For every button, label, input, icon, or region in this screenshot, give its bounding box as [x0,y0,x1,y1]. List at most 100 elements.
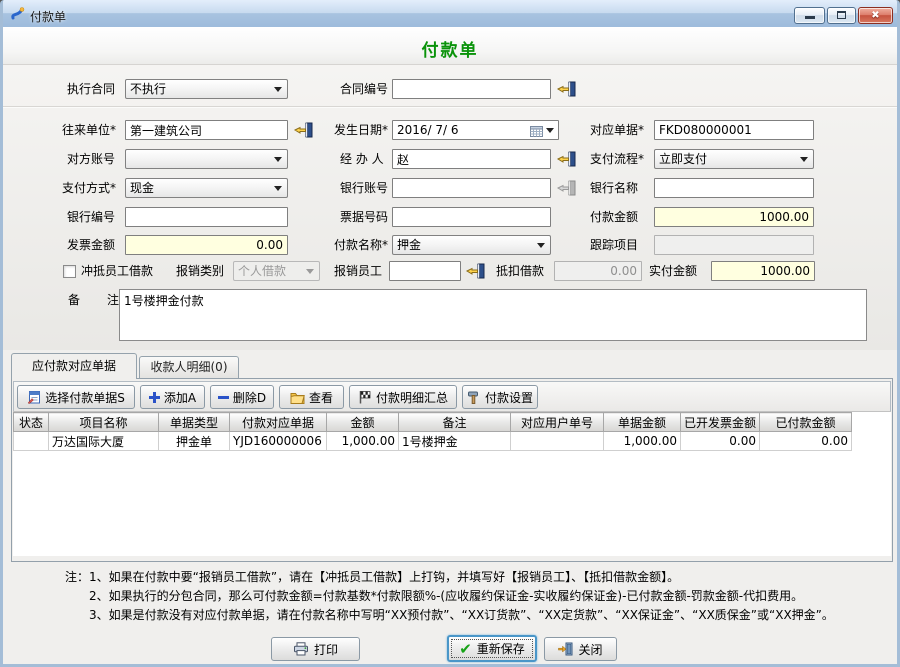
bank-no-input[interactable] [125,207,288,227]
date-picker[interactable]: 2016/ 7/ 6 [392,120,559,140]
offset-employee-loan-checkbox[interactable] [63,265,76,278]
col-header: 已开发票金额 [681,413,760,432]
page-title: 付款单 [3,36,897,61]
pay-method-combobox[interactable]: 现金 [125,178,288,198]
vendor-input[interactable] [125,120,288,140]
chevron-down-icon [274,87,282,92]
calendar-icon[interactable] [530,124,543,142]
track-item-input [654,235,814,255]
delete-button[interactable]: 删除D [210,385,274,409]
date-label: 发生日期* [334,123,388,138]
date-value: 2016/ 7/ 6 [397,123,459,137]
select-payment-doc-button[interactable]: 选择付款单据S [17,385,135,409]
minus-icon [218,396,229,399]
button-label: 查看 [309,389,333,406]
button-label: 关闭 [578,641,602,658]
close-button[interactable]: ✖ [858,7,893,24]
expense-employee-lookup-icon[interactable] [466,263,485,279]
titlebar: 付款单 ✖ [0,0,900,30]
actual-amount-label: 实付金额 [649,264,697,279]
counter-account-combobox[interactable] [125,149,288,169]
handler-label: 经 办 人 [340,152,384,167]
table-row[interactable]: 万达国际大厦 押金单 YJD160000006 1,000.00 1号楼押金 1… [14,432,852,451]
expense-employee-label: 报销员工 [334,264,382,279]
col-header: 付款对应单据 [230,413,327,432]
bank-account-label: 银行账号 [340,181,388,196]
add-button[interactable]: 添加A [140,385,205,409]
expense-employee-input[interactable] [389,261,461,281]
vendor-lookup-icon[interactable] [294,122,313,138]
cell-project[interactable]: 万达国际大厦 [49,432,159,451]
button-label: 打印 [314,641,338,658]
cell-remark[interactable]: 1号楼押金 [399,432,511,451]
checkered-flag-icon [358,390,372,404]
cell-user-doc-no[interactable] [511,432,604,451]
invoice-amount-label: 发票金额 [67,238,115,253]
counter-account-label: 对方账号 [67,152,115,167]
contract-no-label: 合同编号 [340,82,388,97]
bank-account-input[interactable] [392,178,551,198]
hammer-icon [467,390,481,404]
ref-doc-input[interactable] [654,120,814,140]
bank-no-label: 银行编号 [67,210,115,225]
cell-doc-type[interactable]: 押金单 [159,432,230,451]
button-label: 付款设置 [485,389,533,406]
pay-flow-value: 立即支付 [659,152,707,166]
contract-lookup-icon[interactable] [557,81,576,97]
minimize-button[interactable] [794,7,825,24]
pay-name-combobox[interactable]: 押金 [392,235,551,255]
app-icon [9,6,26,23]
print-button[interactable]: 打印 [271,637,360,661]
bill-no-label: 票据号码 [340,210,388,225]
close-form-button[interactable]: 关闭 [544,637,617,661]
tab-payable-docs[interactable]: 应付款对应单据 [11,353,137,379]
cell-invoiced-amount[interactable]: 0.00 [681,432,760,451]
payment-detail-summary-button[interactable]: 付款明细汇总 [349,385,457,409]
cell-doc-amount[interactable]: 1,000.00 [604,432,681,451]
contract-no-input[interactable] [392,79,551,99]
remark-textarea[interactable]: 1号楼押金付款 [119,289,867,341]
col-header: 备注 [399,413,511,432]
exec-contract-combobox[interactable]: 不执行 [125,79,288,99]
printer-icon [293,642,309,656]
deduct-loan-label: 抵扣借款 [496,264,544,279]
table-header-row: 状态 项目名称 单据类型 付款对应单据 金额 备注 对应用户单号 单据金额 已开… [14,413,852,432]
button-label: 付款明细汇总 [376,389,448,406]
handler-input[interactable] [392,149,551,169]
cell-paid-amount[interactable]: 0.00 [760,432,852,451]
cell-amount[interactable]: 1,000.00 [327,432,399,451]
ref-doc-label: 对应单据* [590,123,644,138]
handler-lookup-icon[interactable] [557,151,576,167]
col-header: 状态 [14,413,49,432]
view-button[interactable]: 查看 [279,385,344,409]
bank-name-input[interactable] [654,178,814,198]
button-label: 删除D [233,389,266,406]
deduct-loan-input [554,261,642,281]
note-line-2: 2、如果执行的分包合同，那么可付款金额=付款基数*付款限额%-(应收履约保证金-… [89,588,803,605]
cell-ref-doc[interactable]: YJD160000006 [230,432,327,451]
button-label: 添加A [164,389,196,406]
save-button[interactable]: ✔ 重新保存 [447,635,537,662]
note-line-3: 3、如果是付款没有对应付款单据，请在付款名称中写明“XX预付款”、“XX订货款”… [89,607,834,624]
offset-employee-loan-label: 冲抵员工借款 [81,264,153,279]
remark-label-a: 备 [68,293,80,308]
chevron-down-icon [546,128,554,133]
payment-settings-button[interactable]: 付款设置 [462,385,538,409]
tab-payee-detail[interactable]: 收款人明细(0) [139,356,239,379]
plus-icon [149,392,160,403]
pay-amount-input[interactable] [654,207,814,227]
pay-method-label: 支付方式* [62,181,116,196]
col-header: 已付款金额 [760,413,852,432]
remark-label-b: 注 [107,293,119,308]
pay-flow-combobox[interactable]: 立即支付 [654,149,814,169]
maximize-button[interactable] [827,7,856,24]
invoice-amount-input[interactable] [125,235,288,255]
chevron-down-icon [537,243,545,248]
col-header: 项目名称 [49,413,159,432]
maximize-icon [837,11,846,19]
button-label: 选择付款单据S [45,389,125,406]
col-header: 金额 [327,413,399,432]
cell-status[interactable] [14,432,49,451]
bill-no-input[interactable] [392,207,551,227]
actual-amount-input[interactable] [711,261,815,281]
